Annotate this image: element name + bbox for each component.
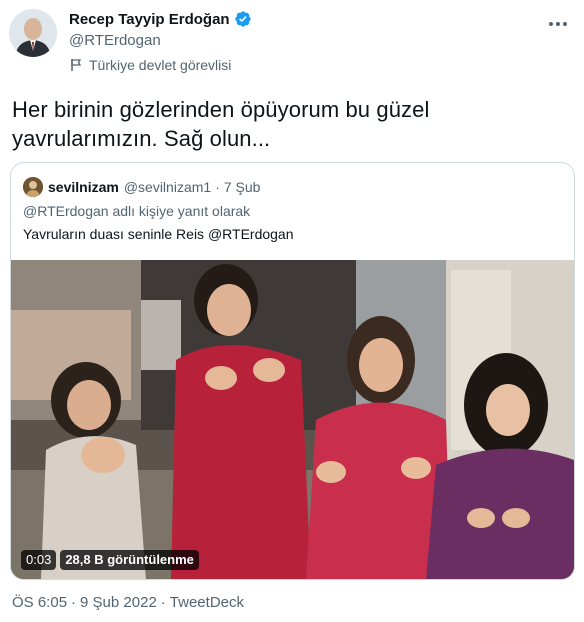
more-options-icon[interactable] — [546, 12, 570, 36]
video-thumbnail — [11, 260, 574, 579]
quoted-text: Yavruların duası seninle Reis @RTErdogan — [23, 226, 294, 242]
verified-badge-icon — [234, 11, 251, 27]
quoted-time: 7 Şub — [223, 179, 261, 195]
tweet-date[interactable]: 9 Şub 2022 — [80, 594, 157, 611]
government-label-text: Türkiye devlet görevlisi — [89, 57, 232, 73]
tweet-time[interactable]: ÖS 6:05 — [12, 594, 67, 611]
tweet-text-line-1: Her birinin gözlerinden öpüyorum bu güze… — [12, 97, 430, 122]
separator-dot: · — [71, 594, 77, 611]
video-player[interactable]: 0:03 28,8 B görüntülenme — [11, 260, 574, 579]
separator-dot: · — [160, 594, 166, 611]
quoted-author-avatar — [23, 177, 43, 197]
flag-icon — [71, 59, 82, 71]
tweet-text-line-2: yavrularımızın. Sağ olun... — [12, 126, 271, 151]
author-block: Recep Tayyip Erdoğan @RTErdogan Türkiye … — [69, 9, 252, 75]
tweet-text: Her birinin gözlerinden öpüyorum bu güze… — [12, 95, 572, 153]
quoted-reply-context: @RTErdogan adlı kişiye yanıt olarak — [23, 203, 251, 219]
video-badges: 0:03 28,8 B görüntülenme — [21, 550, 199, 570]
author-name[interactable]: Recep Tayyip Erdoğan — [69, 11, 230, 28]
author-avatar[interactable] — [9, 9, 57, 57]
video-duration: 0:03 — [21, 550, 57, 570]
government-label[interactable]: Türkiye devlet görevlisi — [69, 55, 252, 75]
quoted-author-name: sevilnizam — [48, 179, 119, 195]
tweet-metadata: ÖS 6:05 · 9 Şub 2022 · TweetDeck — [12, 594, 244, 611]
tweet-source[interactable]: TweetDeck — [170, 594, 244, 611]
video-views: 28,8 B görüntülenme — [60, 550, 199, 570]
quoted-tweet[interactable]: sevilnizam @sevilnizam1 · 7 Şub @RTErdog… — [10, 162, 575, 580]
author-avatar-image — [9, 9, 57, 57]
author-handle[interactable]: @RTErdogan — [69, 31, 252, 51]
separator-dot: · — [215, 179, 220, 195]
quoted-tweet-header: sevilnizam @sevilnizam1 · 7 Şub — [23, 177, 260, 197]
quoted-author-handle: @sevilnizam1 — [123, 179, 212, 195]
